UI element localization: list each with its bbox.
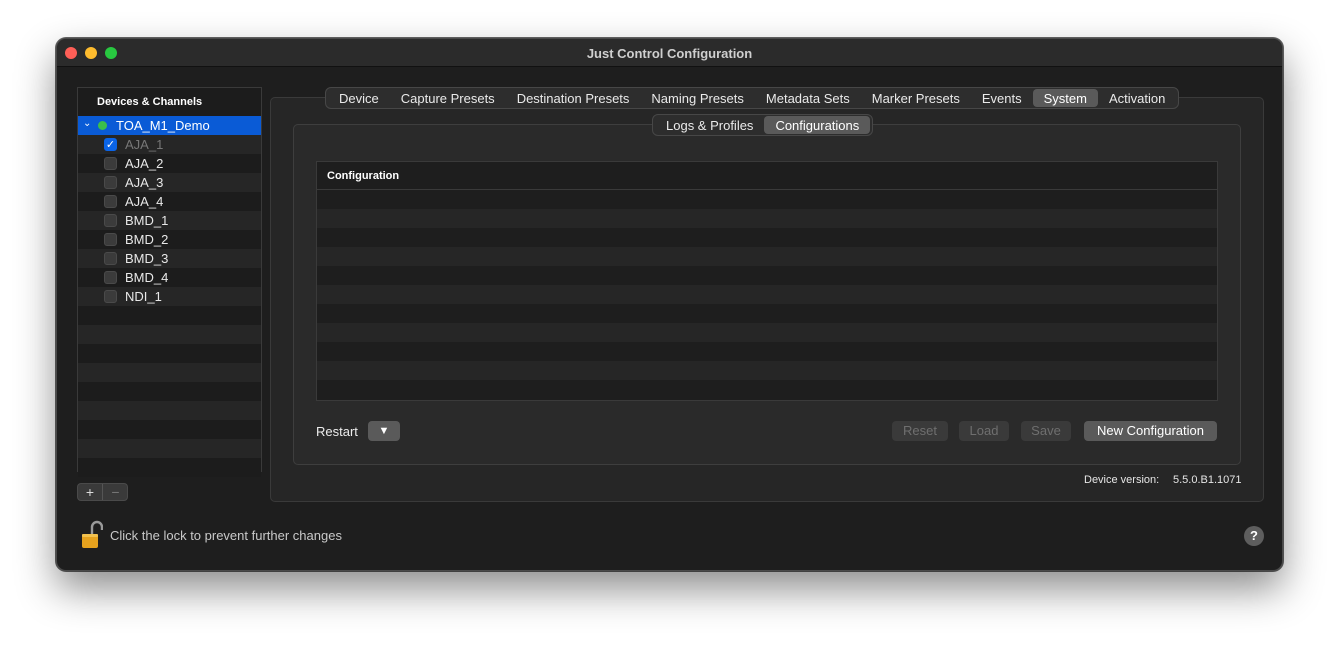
reset-button[interactable]: Reset bbox=[892, 421, 948, 441]
channel-label: BMD_2 bbox=[125, 232, 169, 247]
save-button[interactable]: Save bbox=[1021, 421, 1071, 441]
system-subtab-bar: Logs & Profiles Configurations bbox=[652, 114, 874, 136]
channel-checkbox[interactable] bbox=[104, 214, 117, 227]
unlocked-lock-icon[interactable] bbox=[81, 520, 103, 550]
channel-checkbox[interactable] bbox=[104, 176, 117, 189]
empty-row bbox=[78, 458, 261, 477]
channel-label: AJA_2 bbox=[125, 156, 164, 171]
device-row-toa-m1-demo[interactable]: ⌄ TOA_M1_Demo bbox=[78, 116, 261, 135]
channel-label: BMD_3 bbox=[125, 251, 169, 266]
table-row[interactable] bbox=[317, 228, 1217, 247]
channel-label: AJA_3 bbox=[125, 175, 164, 190]
channel-row[interactable]: AJA_4 bbox=[78, 192, 261, 211]
table-row[interactable] bbox=[317, 361, 1217, 380]
table-row[interactable] bbox=[317, 209, 1217, 228]
empty-row bbox=[78, 401, 261, 420]
chevron-down-icon[interactable]: ⌄ bbox=[83, 118, 91, 129]
empty-row bbox=[78, 420, 261, 439]
channel-checkbox[interactable] bbox=[104, 195, 117, 208]
table-row[interactable] bbox=[317, 266, 1217, 285]
channel-row[interactable]: AJA_2 bbox=[78, 154, 261, 173]
status-dot-icon bbox=[98, 121, 107, 130]
title-bar: Just Control Configuration bbox=[57, 39, 1282, 67]
lock-hint-text: Click the lock to prevent further change… bbox=[110, 528, 342, 543]
device-version-label: Device version: bbox=[1084, 474, 1160, 486]
tab-metadata-sets[interactable]: Metadata Sets bbox=[755, 89, 861, 107]
tab-naming-presets[interactable]: Naming Presets bbox=[640, 89, 754, 107]
app-window: Just Control Configuration Devices & Cha… bbox=[56, 38, 1283, 571]
restart-label: Restart bbox=[316, 424, 358, 439]
channel-checkbox[interactable]: ✓ bbox=[104, 138, 117, 151]
channel-row[interactable]: BMD_4 bbox=[78, 268, 261, 287]
channel-checkbox[interactable] bbox=[104, 157, 117, 170]
channel-label: BMD_4 bbox=[125, 270, 169, 285]
add-remove-control: + − bbox=[77, 483, 128, 501]
tab-destination-presets[interactable]: Destination Presets bbox=[506, 89, 641, 107]
table-row[interactable] bbox=[317, 285, 1217, 304]
channel-label: BMD_1 bbox=[125, 213, 169, 228]
column-header-configuration[interactable]: Configuration bbox=[317, 162, 1217, 190]
table-row[interactable] bbox=[317, 342, 1217, 361]
channel-label: AJA_4 bbox=[125, 194, 164, 209]
tab-system[interactable]: System bbox=[1032, 89, 1098, 107]
tab-activation[interactable]: Activation bbox=[1098, 89, 1176, 107]
tab-capture-presets[interactable]: Capture Presets bbox=[390, 89, 506, 107]
channel-label: NDI_1 bbox=[125, 289, 162, 304]
channel-checkbox[interactable] bbox=[104, 271, 117, 284]
table-row[interactable] bbox=[317, 190, 1217, 209]
tab-events[interactable]: Events bbox=[971, 89, 1033, 107]
main-tab-bar: Device Capture Presets Destination Prese… bbox=[325, 87, 1180, 109]
add-device-button[interactable]: + bbox=[78, 484, 103, 500]
empty-row bbox=[78, 344, 261, 363]
empty-row bbox=[78, 363, 261, 382]
empty-row bbox=[78, 306, 261, 325]
devices-channels-list: Devices & Channels ⌄ TOA_M1_Demo ✓ AJA_1… bbox=[77, 87, 262, 477]
tab-device[interactable]: Device bbox=[328, 89, 390, 107]
device-name: TOA_M1_Demo bbox=[116, 118, 210, 133]
configurations-table: Configuration bbox=[316, 161, 1218, 401]
help-button[interactable]: ? bbox=[1244, 526, 1264, 546]
channel-row[interactable]: ✓ AJA_1 bbox=[78, 135, 261, 154]
restart-dropdown-button[interactable]: ▼ bbox=[368, 421, 400, 441]
load-button[interactable]: Load bbox=[959, 421, 1009, 441]
tab-marker-presets[interactable]: Marker Presets bbox=[861, 89, 971, 107]
remove-device-button[interactable]: − bbox=[103, 484, 128, 500]
empty-row bbox=[78, 325, 261, 344]
window-title: Just Control Configuration bbox=[586, 46, 753, 61]
channel-row[interactable]: BMD_1 bbox=[78, 211, 261, 230]
subtab-configurations[interactable]: Configurations bbox=[764, 116, 871, 134]
channel-row[interactable]: NDI_1 bbox=[78, 287, 261, 306]
new-configuration-button[interactable]: New Configuration bbox=[1084, 421, 1217, 441]
channel-checkbox[interactable] bbox=[104, 233, 117, 246]
channel-row[interactable]: AJA_3 bbox=[78, 173, 261, 192]
channel-row[interactable]: BMD_3 bbox=[78, 249, 261, 268]
table-row[interactable] bbox=[317, 380, 1217, 399]
empty-row bbox=[78, 382, 261, 401]
device-version-value: 5.5.0.B1.1071 bbox=[1173, 474, 1242, 486]
channel-checkbox[interactable] bbox=[104, 290, 117, 303]
table-row[interactable] bbox=[317, 247, 1217, 266]
sidebar-header: Devices & Channels bbox=[78, 88, 261, 116]
channel-label: AJA_1 bbox=[125, 137, 164, 152]
table-row[interactable] bbox=[317, 323, 1217, 342]
empty-row bbox=[78, 439, 261, 458]
channel-checkbox[interactable] bbox=[104, 252, 117, 265]
subtab-logs-profiles[interactable]: Logs & Profiles bbox=[655, 116, 764, 134]
channel-row[interactable]: BMD_2 bbox=[78, 230, 261, 249]
table-row[interactable] bbox=[317, 304, 1217, 323]
